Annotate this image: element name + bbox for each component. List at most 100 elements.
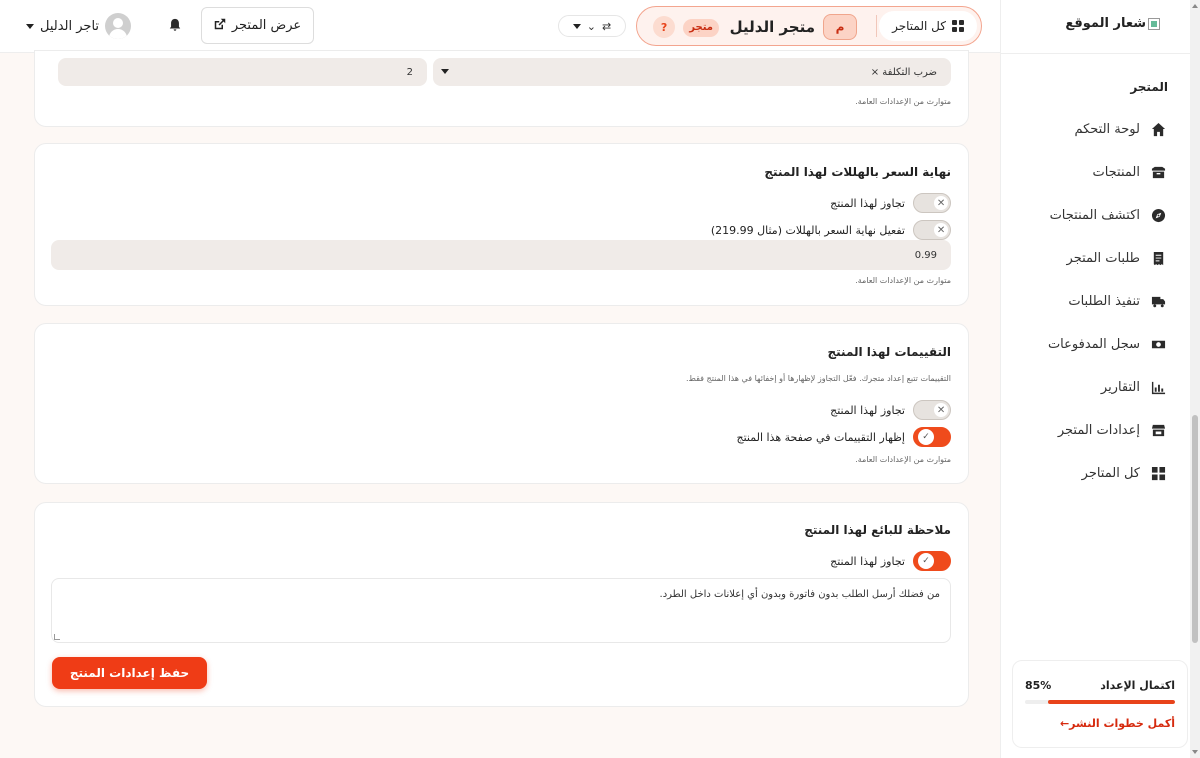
view-store-button[interactable]: عرض المتجر: [201, 7, 314, 44]
compass-icon: [1150, 208, 1166, 224]
divider: [876, 15, 877, 37]
broken-image-icon: [1148, 17, 1160, 30]
store-selector: كل المتاجر م متجر الدليل متجر ?: [636, 6, 982, 46]
scrollbar-thumb[interactable]: [1192, 415, 1198, 643]
reviews-override-toggle[interactable]: ✕: [913, 400, 951, 420]
setup-progress-fill: [1047, 700, 1175, 704]
site-logo[interactable]: شعار الموقع: [1065, 16, 1160, 31]
home-icon: [1150, 122, 1166, 138]
price-ending-enable-row: ✕ تفعيل نهاية السعر بالهللات (مثال 219.9…: [711, 220, 951, 240]
check-icon: ✓: [918, 429, 934, 445]
sidebar-item-label: التقارير: [1100, 380, 1140, 395]
setup-progress-title: اكتمال الإعداد: [1100, 679, 1175, 692]
sidebar-item-fulfillment[interactable]: تنفيذ الطلبات: [1001, 280, 1200, 323]
inherited-note: متوارث من الإعدادات العامة.: [855, 276, 951, 285]
swap-icon: ⇄: [602, 19, 612, 33]
money-icon: [1150, 337, 1166, 353]
setup-progress-bar: [1025, 700, 1175, 704]
scrollbar[interactable]: [1190, 0, 1200, 758]
sidebar-item-orders[interactable]: طلبات المتجر: [1001, 237, 1200, 280]
scroll-down-arrow-icon[interactable]: [1192, 750, 1198, 754]
setup-progress-value: 85%: [1025, 679, 1052, 692]
sidebar-item-store-settings[interactable]: إعدادات المتجر: [1001, 409, 1200, 452]
price-ending-enable-toggle[interactable]: ✕: [913, 220, 951, 240]
store-icon: [1150, 423, 1166, 439]
truck-icon: [1150, 294, 1166, 310]
sidebar-item-dashboard[interactable]: لوحة التحكم: [1001, 108, 1200, 151]
sidebar-item-products[interactable]: المنتجات: [1001, 151, 1200, 194]
inherited-note: متوارث من الإعدادات العامة.: [855, 97, 951, 106]
sidebar-item-reports[interactable]: التقارير: [1001, 366, 1200, 409]
help-button[interactable]: ?: [653, 16, 675, 38]
store-avatar: م: [823, 14, 857, 40]
box-icon: [1150, 165, 1166, 181]
pricing-method-value: ضرب التكلفة ×: [870, 66, 937, 78]
reviews-override-row: ✕ تجاوز لهذا المنتج: [830, 400, 951, 420]
reviews-show-label: إظهار التقييمات في صفحة هذا المنتج: [736, 430, 906, 444]
pricing-method-select[interactable]: ضرب التكلفة ×: [433, 58, 951, 86]
resize-grip-icon[interactable]: [54, 634, 60, 640]
sidebar-item-label: تنفيذ الطلبات: [1068, 294, 1140, 309]
sidebar-item-all-stores[interactable]: كل المتاجر: [1001, 452, 1200, 495]
price-ending-enable-label: تفعيل نهاية السعر بالهللات (مثال 219.99): [710, 223, 905, 237]
close-icon: ✕: [934, 403, 948, 417]
sidebar-item-payments[interactable]: سجل المدفوعات: [1001, 323, 1200, 366]
close-icon: ✕: [934, 223, 948, 237]
external-link-icon: [214, 18, 226, 34]
save-product-settings-button[interactable]: حفظ إعدادات المنتج: [52, 657, 207, 689]
reviews-show-toggle[interactable]: ✓: [913, 427, 951, 447]
notifications-bell-icon[interactable]: [166, 17, 182, 33]
store-switch-dropdown[interactable]: ⇄ ⌄: [558, 15, 626, 37]
sidebar-nav: لوحة التحكم المنتجات اكتشف المنتجات طلبا…: [1001, 108, 1200, 495]
pricing-rule-card: ضرب التكلفة × 2 متوارث من الإعدادات العا…: [34, 50, 969, 127]
price-ending-card: نهاية السعر بالهللات لهذا المنتج ✕ تجاوز…: [34, 143, 969, 306]
price-ending-value-input[interactable]: 0.99: [51, 240, 951, 270]
caret-down-icon: [572, 23, 581, 29]
inherited-note: متوارث من الإعدادات العامة.: [855, 455, 951, 464]
multiplier-value: 2: [406, 66, 413, 78]
chevron-down-icon: [441, 69, 449, 74]
scroll-up-arrow-icon[interactable]: [1192, 4, 1198, 8]
all-stores-button[interactable]: كل المتاجر: [879, 11, 977, 41]
view-store-label: عرض المتجر: [231, 18, 302, 33]
multiplier-input[interactable]: 2: [58, 58, 427, 86]
sidebar-item-label: سجل المدفوعات: [1047, 337, 1140, 352]
seller-note-card: ملاحظة للبائع لهذا المنتج ✓ تجاوز لهذا ا…: [34, 502, 969, 707]
receipt-icon: [1150, 251, 1166, 267]
user-menu[interactable]: تاجر الدليل: [26, 12, 132, 40]
price-ending-override-toggle[interactable]: ✕: [913, 193, 951, 213]
complete-steps-link[interactable]: أكمل خطوات النشر←: [1060, 717, 1175, 730]
reviews-override-label: تجاوز لهذا المنتج: [830, 403, 905, 417]
avatar: [105, 13, 132, 39]
sidebar-item-label: طلبات المتجر: [1066, 251, 1140, 266]
divider: [1001, 53, 1200, 54]
store-name[interactable]: متجر الدليل: [730, 18, 815, 36]
reviews-description: التقييمات تتبع إعداد متجرك. فعّل التجاوز…: [686, 374, 951, 383]
reviews-show-row: ✓ إظهار التقييمات في صفحة هذا المنتج: [736, 427, 951, 447]
reviews-title: التقييمات لهذا المنتج: [827, 345, 952, 359]
seller-note-override-toggle[interactable]: ✓: [913, 551, 951, 571]
sidebar-item-label: المنتجات: [1092, 165, 1140, 180]
sidebar-item-label: لوحة التحكم: [1074, 122, 1140, 137]
sidebar: شعار الموقع المتجر لوحة التحكم المنتجات …: [1000, 0, 1200, 758]
close-icon: ✕: [934, 196, 948, 210]
price-ending-value: 0.99: [914, 249, 937, 261]
price-ending-override-row: ✕ تجاوز لهذا المنتج: [830, 193, 951, 213]
user-name: تاجر الدليل: [40, 18, 100, 34]
store-badge: متجر: [683, 19, 719, 37]
caret-down-icon: [26, 23, 34, 29]
sidebar-item-label: اكتشف المنتجات: [1049, 208, 1140, 223]
chart-icon: [1150, 380, 1166, 396]
logo-text: شعار الموقع: [1065, 16, 1146, 31]
sidebar-item-label: إعدادات المتجر: [1057, 423, 1140, 438]
chevron-down-icon: ⌄: [586, 19, 596, 33]
grid-icon: [1150, 466, 1166, 482]
sidebar-item-label: كل المتاجر: [1081, 466, 1140, 481]
setup-progress-card: اكتمال الإعداد 85% أكمل خطوات النشر←: [1012, 660, 1188, 748]
seller-note-textarea[interactable]: من فضلك أرسل الطلب بدون فاتورة وبدون أي …: [51, 578, 951, 643]
topbar: كل المتاجر م متجر الدليل متجر ? ⇄ ⌄ عرض …: [0, 0, 1000, 53]
sidebar-item-discover[interactable]: اكتشف المنتجات: [1001, 194, 1200, 237]
price-ending-title: نهاية السعر بالهللات لهذا المنتج: [764, 165, 951, 179]
seller-note-override-label: تجاوز لهذا المنتج: [830, 554, 905, 568]
all-stores-label: كل المتاجر: [892, 19, 946, 33]
